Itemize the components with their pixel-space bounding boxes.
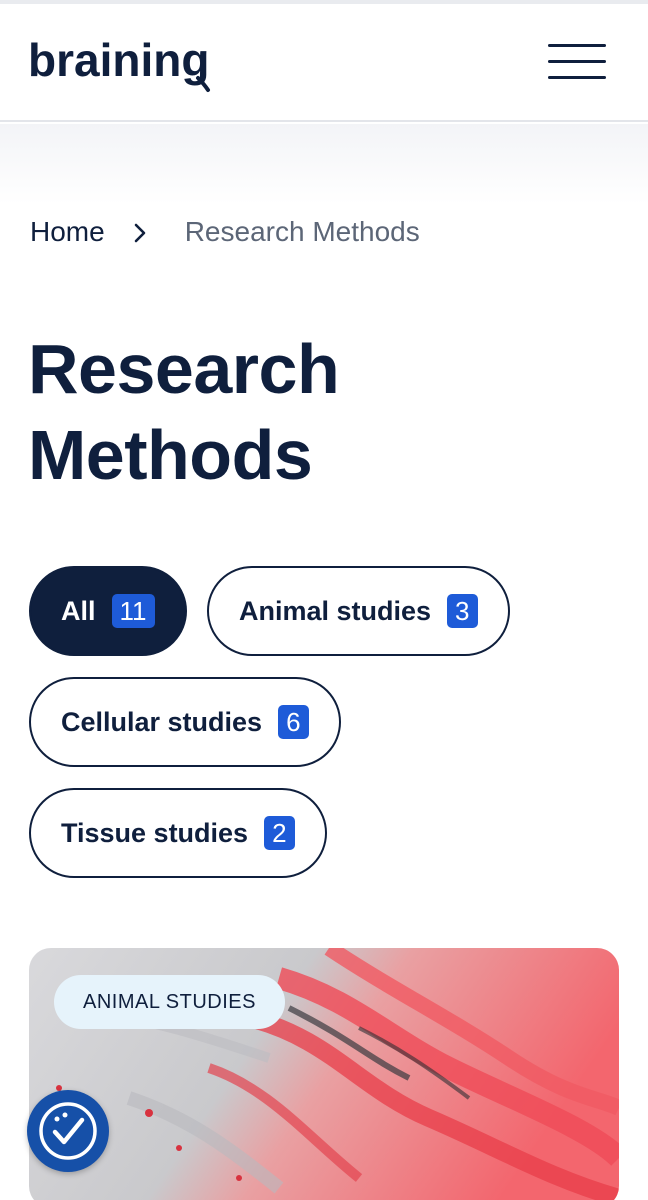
research-card[interactable]: ANIMAL STUDIES [29, 948, 619, 1200]
hero-background [0, 124, 648, 204]
breadcrumb: Home Research Methods [30, 214, 420, 250]
filter-label: Tissue studies [61, 817, 249, 848]
braining-logo[interactable]: braining [28, 34, 218, 96]
filter-count-badge: 6 [278, 705, 309, 739]
filter-tissue-studies[interactable]: Tissue studies 2 [29, 788, 327, 878]
filter-label: Cellular studies [61, 706, 263, 737]
filter-cellular-studies[interactable]: Cellular studies 6 [29, 677, 341, 767]
page-title-line1: Research [28, 330, 340, 408]
filter-count-badge: 3 [447, 594, 478, 628]
logo-wordmark: braining [28, 34, 209, 86]
filter-label: Animal studies [239, 595, 432, 626]
filter-label: All [61, 595, 96, 626]
hamburger-menu-icon[interactable] [546, 40, 610, 90]
filter-animal-studies[interactable]: Animal studies 3 [207, 566, 510, 656]
accessibility-check-icon[interactable] [27, 1090, 109, 1172]
card-category-tag: ANIMAL STUDIES [54, 975, 285, 1029]
filter-count-badge: 2 [264, 816, 295, 850]
breadcrumb-home-link[interactable]: Home [30, 216, 105, 248]
filter-all[interactable]: All 11 [29, 566, 187, 656]
breadcrumb-current: Research Methods [184, 216, 420, 247]
page-title: Research Methods [28, 326, 588, 498]
page-title-line2: Methods [28, 416, 313, 494]
filter-count-badge: 11 [111, 594, 155, 628]
chevron-right-icon [133, 214, 147, 250]
site-header: braining [0, 4, 648, 122]
